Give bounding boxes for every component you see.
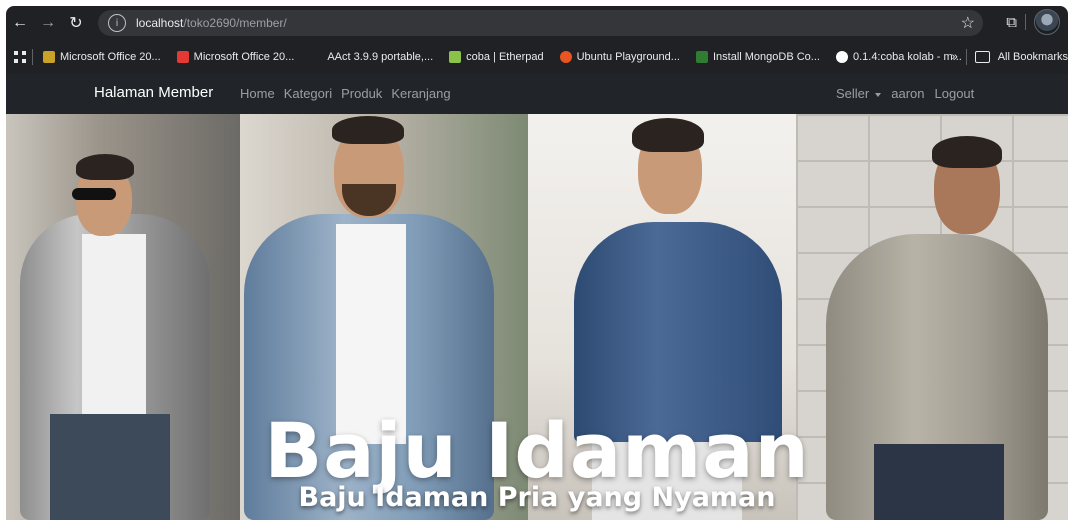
bookmark-label: coba | Etherpad	[466, 51, 544, 63]
more-bookmarks-button[interactable]: »	[952, 51, 958, 63]
apps-grid-icon[interactable]	[14, 51, 26, 63]
bookmark-item[interactable]: 0.1.4:coba kolab - m...	[835, 51, 962, 63]
bookmark-label: AAct 3.9.9 portable,...	[327, 51, 434, 63]
bookmark-item[interactable]: Install MongoDB Co...	[695, 51, 820, 63]
all-bookmarks-button[interactable]: All Bookmarks	[998, 51, 1068, 63]
bookmark-favicon	[310, 51, 323, 63]
browser-chrome: ← → ↻ i localhost/toko2690/member/ ☆ ⧉ M…	[6, 6, 1068, 74]
reload-icon[interactable]: ↻	[62, 9, 90, 37]
navbar-right: Seller aaron Logout	[836, 86, 974, 101]
figure-3-hair	[632, 118, 704, 152]
sunglasses	[72, 188, 116, 200]
forward-icon[interactable]: →	[34, 9, 62, 37]
nav-link-home[interactable]: Home	[240, 86, 275, 101]
nav-link-keranjang[interactable]: Keranjang	[391, 86, 450, 101]
navbar-links: Home Kategori Produk Keranjang	[240, 86, 451, 101]
bookmark-favicon	[695, 51, 708, 63]
nav-logout[interactable]: Logout	[935, 86, 975, 101]
bookmark-item[interactable]: Microsoft Office 20...	[43, 51, 161, 63]
url-input[interactable]: i localhost/toko2690/member/ ☆	[98, 10, 983, 36]
bookmark-favicon	[43, 51, 55, 63]
url-host: localhost	[136, 16, 184, 30]
bookmark-favicon	[176, 51, 189, 63]
figure-1-hair	[76, 154, 134, 180]
extensions-icon[interactable]: ⧉	[1006, 14, 1017, 31]
bookmark-favicon	[449, 51, 462, 63]
bookmark-favicon	[559, 51, 572, 63]
bookmarks-right: » All Bookmarks	[952, 40, 1068, 74]
toolbar-right: ⧉	[1006, 9, 1060, 35]
folder-icon	[974, 51, 990, 63]
figure-2-hair	[332, 116, 404, 144]
figure-4-hair	[932, 136, 1002, 168]
bookmarks-bar: Microsoft Office 20... Microsoft Office …	[6, 40, 1068, 74]
bookmark-label: Ubuntu Playground...	[576, 51, 680, 63]
bookmark-label: Microsoft Office 20...	[193, 51, 295, 63]
seller-dropdown[interactable]: Seller	[836, 86, 882, 101]
bookmark-label: Microsoft Office 20...	[60, 51, 161, 63]
url-text: localhost/toko2690/member/	[136, 16, 287, 30]
github-icon	[835, 51, 848, 63]
bookmarks-right-divider	[965, 49, 967, 65]
caret-down-icon	[875, 92, 882, 97]
hero-subtitle: Baju Idaman Pria yang Nyaman	[298, 482, 776, 513]
url-path: /toko2690/member/	[183, 16, 287, 30]
site-info-icon[interactable]: i	[108, 14, 126, 32]
back-icon[interactable]: ←	[6, 9, 34, 37]
nav-link-kategori[interactable]: Kategori	[284, 86, 332, 101]
bookmark-item[interactable]: Microsoft Office 20...	[176, 51, 295, 63]
address-bar-row: ← → ↻ i localhost/toko2690/member/ ☆ ⧉	[6, 6, 1068, 40]
profile-avatar[interactable]	[1034, 9, 1060, 35]
bookmark-item[interactable]: Ubuntu Playground...	[559, 51, 680, 63]
bookmark-label: 0.1.4:coba kolab - m...	[852, 51, 962, 63]
site-navbar: Halaman Member Home Kategori Produk Kera…	[6, 74, 1068, 114]
bookmarks-divider	[32, 49, 33, 65]
navbar-brand[interactable]: Halaman Member	[94, 84, 213, 101]
nav-user[interactable]: aaron	[891, 86, 924, 101]
toolbar-divider	[1025, 14, 1026, 30]
bookmark-label: Install MongoDB Co...	[712, 51, 820, 63]
bookmark-item[interactable]: AAct 3.9.9 portable,...	[310, 51, 433, 63]
hero-banner: Baju Idaman Baju Idaman Pria yang Nyaman	[6, 114, 1068, 520]
nav-link-produk[interactable]: Produk	[341, 86, 382, 101]
bookmark-item[interactable]: coba | Etherpad	[449, 51, 544, 63]
figure-1-shirt	[82, 234, 146, 414]
seller-label: Seller	[836, 86, 870, 101]
bookmark-star-icon[interactable]: ☆	[961, 13, 975, 33]
